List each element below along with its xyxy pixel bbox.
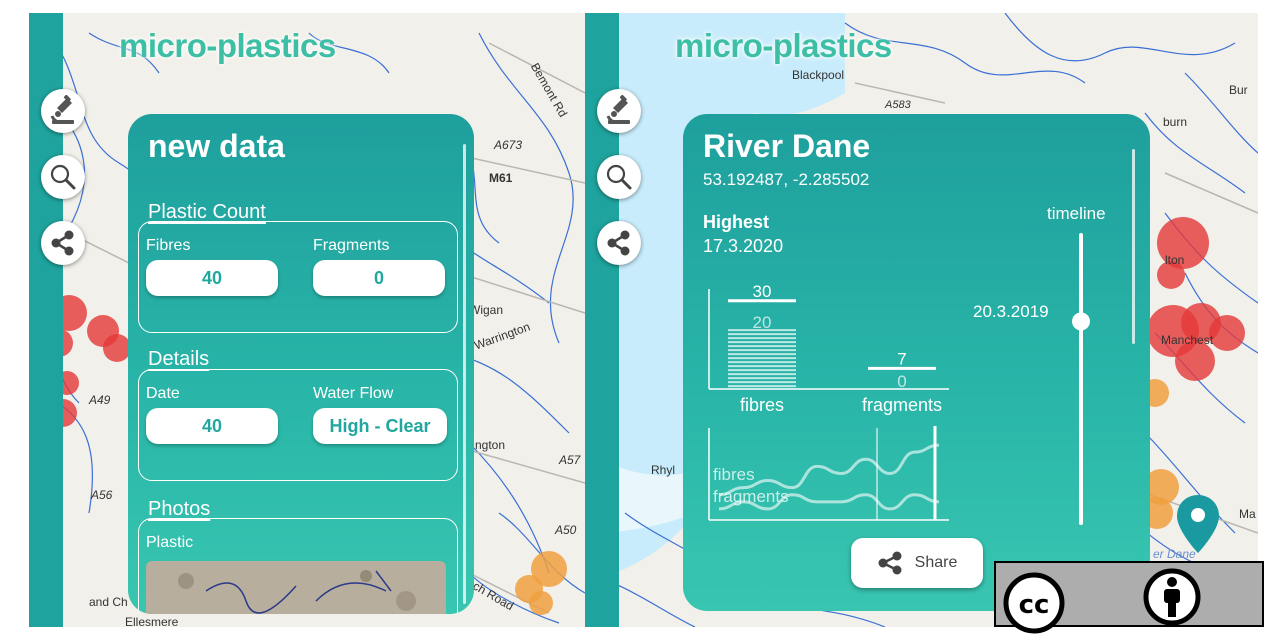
fragments-input[interactable]: 0 (313, 260, 445, 296)
app-title: micro-plastics (675, 27, 892, 64)
bar-chart: 30 20 fibres 7 0 fragments (708, 282, 949, 415)
search-button[interactable] (597, 155, 641, 199)
fibres-input[interactable]: 40 (146, 260, 278, 296)
panel-title: new data (148, 128, 285, 164)
map-label: A56 (91, 488, 113, 502)
search-icon (606, 164, 632, 190)
fragments-label: Fragments (313, 237, 390, 254)
timeline-slider[interactable] (1066, 229, 1096, 529)
map-label: A673 (494, 138, 523, 152)
map-label: Blackpool (792, 68, 845, 82)
share-button[interactable] (597, 221, 641, 265)
bar-sub-label: 20 (753, 313, 772, 332)
share-button[interactable] (41, 221, 85, 265)
bar-category-label: fragments (862, 395, 942, 415)
bar-top-label: 7 (897, 349, 906, 368)
new-data-panel: new data Plastic Count Fibres Fragments … (128, 114, 474, 614)
line-chart[interactable]: fibres fragments (697, 424, 967, 524)
bar-fill (728, 329, 796, 388)
plastic-photo-label: Plastic (146, 534, 194, 551)
map-label: A583 (885, 99, 911, 111)
attribution-icon (1143, 568, 1201, 626)
license-badge: cc (994, 561, 1264, 634)
date-label: Date (146, 385, 180, 402)
bar-category-label: fibres (740, 395, 784, 415)
river-detail-panel: River Dane 53.192487, -2.285502 Highest … (683, 114, 1150, 611)
microscope-icon (603, 94, 635, 127)
timeline-label: timeline (1047, 204, 1106, 223)
date-input[interactable]: 40 (146, 408, 278, 444)
left-screen: Bemont Rd A673 M61 Wigan Warrington A57 … (29, 13, 585, 627)
panel-scrollbar[interactable] (1132, 149, 1135, 344)
plastic-photo[interactable] (146, 561, 446, 614)
map-label: ngton (475, 438, 506, 452)
map-label: burn (1163, 115, 1188, 129)
right-screen: Blackpool A583 Bur burn lton Manchest Rh… (585, 13, 1258, 627)
share-river-button[interactable]: Share (851, 538, 983, 588)
microscope-button[interactable] (41, 89, 85, 133)
map-label: Ellesmere (125, 615, 179, 627)
cc-icon: cc (1003, 572, 1065, 634)
map-label: Ma (1239, 507, 1256, 521)
river-coordinates: 53.192487, -2.285502 (703, 170, 870, 189)
microscope-icon (47, 94, 79, 127)
microscope-button[interactable] (597, 89, 641, 133)
map-label: Rhyl (651, 463, 676, 477)
search-icon (50, 164, 76, 190)
location-pin-icon[interactable] (1175, 493, 1221, 555)
bar-sub-label: 0 (897, 372, 906, 391)
share-button-label: Share (914, 554, 958, 571)
map-label: and Ch (89, 595, 128, 609)
search-button[interactable] (41, 155, 85, 199)
fibres-label: Fibres (146, 237, 191, 254)
slider-thumb (1072, 312, 1090, 331)
share-icon (607, 230, 630, 256)
timeline-date: 20.3.2019 (973, 302, 1049, 321)
highest-date: 17.3.2020 (703, 236, 784, 256)
share-icon (878, 551, 902, 575)
water-flow-select[interactable]: High - Clear (313, 408, 447, 444)
highest-label: Highest (703, 212, 770, 232)
map-label: A57 (559, 453, 581, 467)
map-label: Wigan (469, 303, 504, 317)
bar-top-label: 30 (753, 282, 772, 301)
map-label: M61 (489, 171, 513, 185)
map-label: A50 (555, 523, 577, 537)
details-heading: Details (148, 348, 210, 370)
panel-scrollbar[interactable] (463, 144, 466, 604)
share-icon (51, 230, 74, 256)
svg-text:cc: cc (1019, 590, 1050, 620)
map-label: lton (1165, 253, 1185, 267)
map-label: A49 (89, 393, 111, 407)
series-label: fibres (713, 465, 755, 484)
app-title: micro-plastics (119, 27, 336, 64)
map-label: Bur (1229, 83, 1248, 97)
water-flow-label: Water Flow (313, 385, 394, 402)
series-label: fragments (713, 487, 789, 506)
map-label: Manchest (1161, 333, 1214, 347)
river-name: River Dane (703, 128, 871, 164)
